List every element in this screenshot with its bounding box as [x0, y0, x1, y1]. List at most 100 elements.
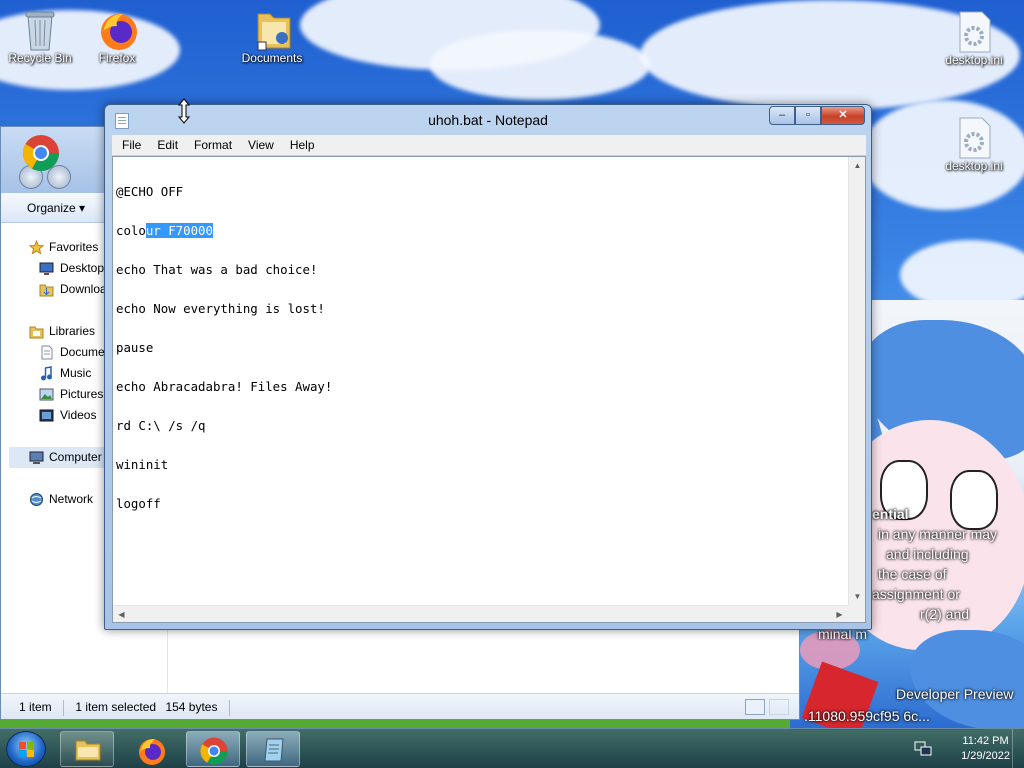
desktop-icon-label: desktop.ini — [945, 159, 1003, 173]
desktop-icon-desktop-ini[interactable]: desktop.ini — [934, 116, 1014, 173]
network-icon — [29, 492, 44, 507]
text-line: echo Now everything is lost! — [116, 302, 332, 315]
text-line: logoff — [116, 497, 332, 510]
taskbar-explorer-button[interactable] — [60, 731, 114, 767]
settings-file-icon — [954, 116, 994, 159]
taskbar: 11:42 PM 1/29/2022 — [0, 728, 1024, 768]
nav-item-label: Network — [49, 492, 94, 506]
scroll-down-icon[interactable]: ▼ — [849, 588, 866, 605]
text-run: logoff — [116, 496, 161, 511]
text-line: colour F70000 — [116, 223, 332, 238]
text-run: echo That was a bad choice! — [116, 262, 318, 277]
text-line: @ECHO OFF — [116, 185, 332, 198]
horizontal-scrollbar[interactable]: ◀ ▶ — [113, 605, 848, 622]
star-icon — [28, 239, 45, 255]
window-controls: – ▫ ✕ — [769, 106, 865, 126]
windows-logo-icon — [19, 742, 35, 758]
details-view-button[interactable] — [745, 699, 765, 715]
notepad-title: uhoh.bat - Notepad — [428, 112, 548, 128]
text-line: wininit — [116, 458, 332, 471]
desktop-icon — [39, 261, 54, 276]
recycle-bin-icon — [20, 8, 60, 51]
text-run: wininit — [116, 457, 169, 472]
chrome-icon — [200, 737, 228, 765]
chrome-icon — [21, 133, 61, 173]
explorer-status-bar: 1 item 1 item selected 154 bytes — [1, 693, 799, 719]
scroll-left-icon[interactable]: ◀ — [113, 606, 130, 623]
desktop-icon-recycle-bin[interactable]: Recycle Bin — [0, 8, 80, 65]
network-status-icon[interactable] — [914, 741, 932, 757]
selected-text: ur F70000 — [145, 223, 213, 238]
downloads-folder-icon — [39, 282, 54, 297]
text-run: echo Abracadabra! Files Away! — [116, 379, 333, 394]
wallpaper-text: Developer Preview — [896, 686, 1014, 702]
clock-time: 11:42 PM — [962, 735, 1009, 747]
show-desktop-button[interactable] — [1012, 729, 1024, 768]
nav-item-label: Docume — [60, 345, 105, 359]
text-run: @ECHO OFF — [116, 184, 184, 199]
nav-item-label: Favorites — [49, 240, 99, 254]
notepad-icon — [264, 738, 284, 762]
libraries-icon — [29, 324, 44, 339]
firefox-icon — [139, 739, 165, 765]
status-item-count: 1 item — [19, 700, 52, 714]
close-button[interactable]: ✕ — [821, 106, 865, 125]
wallpaper-text: r(2) and — [920, 606, 970, 622]
taskbar-firefox-button[interactable] — [124, 731, 178, 767]
scroll-right-icon[interactable]: ▶ — [831, 606, 848, 623]
organize-button[interactable]: Organize ▾ — [27, 201, 85, 215]
desktop-icon-documents[interactable]: Documents — [232, 8, 312, 65]
text-run: pause — [116, 340, 154, 355]
nav-item-label: Videos — [60, 408, 97, 422]
nav-item-label: Pictures — [60, 387, 104, 401]
desktop-icon-label: desktop.ini — [945, 53, 1003, 67]
desktop-icon-firefox[interactable]: Firefox — [77, 8, 157, 65]
nav-item-label: Libraries — [49, 324, 96, 338]
wallpaper-cloud — [430, 30, 650, 100]
taskbar-notepad-button[interactable] — [246, 731, 300, 767]
maximize-button[interactable]: ▫ — [795, 106, 821, 125]
scroll-up-icon[interactable]: ▲ — [849, 157, 866, 174]
system-tray: 11:42 PM 1/29/2022 — [904, 729, 1024, 768]
text-line: rd C:\ /s /q — [116, 419, 332, 432]
text-run: rd C:\ /s /q — [116, 418, 206, 433]
desktop-icon-desktop-ini[interactable]: desktop.ini — [934, 10, 1014, 67]
menu-format[interactable]: Format — [186, 138, 240, 152]
notepad-window[interactable]: uhoh.bat - Notepad – ▫ ✕ File Edit Forma… — [104, 104, 872, 630]
minimize-button[interactable]: – — [769, 106, 795, 125]
wallpaper-text: and including — [886, 546, 969, 562]
desktop-icon-label: Recycle Bin — [8, 51, 72, 65]
scrollbar-corner — [848, 605, 865, 622]
videos-icon — [39, 408, 54, 423]
nav-item-label: Music — [60, 366, 92, 380]
menu-file[interactable]: File — [114, 138, 149, 152]
firefox-icon — [97, 8, 137, 50]
text-run: echo Now everything is lost! — [116, 301, 325, 316]
wallpaper-text: assignment or — [872, 586, 960, 602]
text-run: colo — [116, 223, 146, 238]
folder-icon — [75, 740, 101, 761]
wallpaper-text: .11080.959cf95 6c... — [804, 708, 930, 724]
start-button[interactable] — [6, 731, 46, 767]
preview-view-button[interactable] — [769, 699, 789, 715]
menu-view[interactable]: View — [240, 138, 282, 152]
folder-icon — [252, 8, 292, 51]
clock[interactable]: 11:42 PM 1/29/2022 — [961, 734, 1010, 764]
pictures-icon — [39, 387, 54, 402]
nav-item-label: Downloa — [60, 282, 107, 296]
wallpaper-text: in any manner may — [878, 526, 998, 542]
text-line: echo Abracadabra! Files Away! — [116, 380, 332, 393]
desktop-icon-label: Documents — [241, 51, 303, 65]
taskbar-chrome-button[interactable] — [186, 731, 240, 767]
text-line: echo That was a bad choice! — [116, 263, 332, 276]
vertical-scrollbar[interactable]: ▲ ▼ — [848, 157, 865, 605]
clock-date: 1/29/2022 — [961, 750, 1010, 762]
resize-cursor-icon — [177, 98, 191, 124]
status-selected-count: 1 item selected — [75, 700, 157, 714]
wallpaper-text: the case of — [878, 566, 947, 582]
nav-item-label: Desktop — [60, 261, 105, 275]
text-editor[interactable]: @ECHO OFF colour F70000 echo That was a … — [112, 156, 866, 623]
menu-edit[interactable]: Edit — [149, 138, 186, 152]
menu-help[interactable]: Help — [282, 138, 323, 152]
editor-content[interactable]: @ECHO OFF colour F70000 echo That was a … — [116, 159, 332, 536]
